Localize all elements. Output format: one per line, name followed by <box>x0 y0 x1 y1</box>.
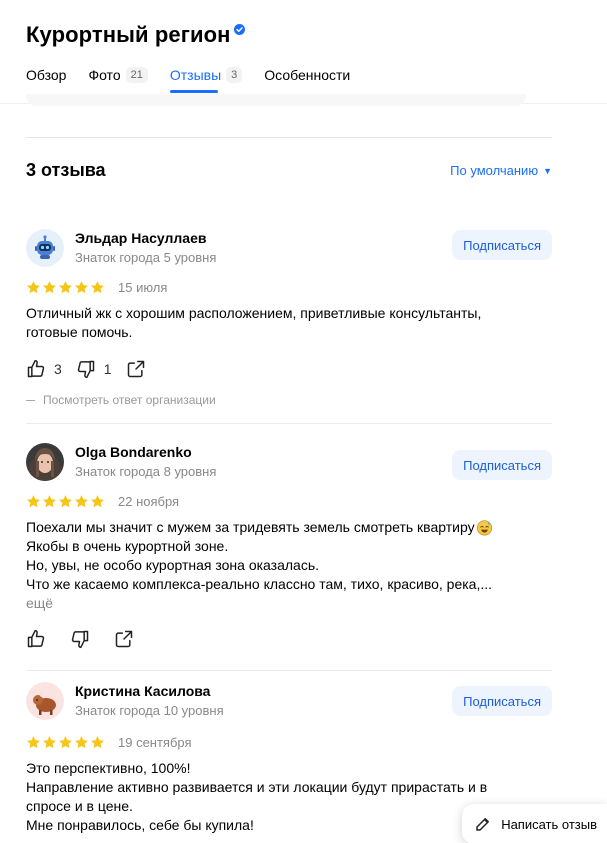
star-icon <box>59 494 72 507</box>
review-text-line: Поехали мы значит с мужем за тридевять з… <box>26 518 552 537</box>
author-level: Знаток города 5 уровня <box>75 250 217 265</box>
like-button[interactable]: 3 <box>26 359 62 379</box>
share-icon <box>115 630 133 648</box>
review-text-line: Отличный жк с хорошим расположением, при… <box>26 305 482 321</box>
thumbs-up-icon <box>27 629 45 648</box>
review-text-line: готовые помочь. <box>26 324 133 340</box>
org-answer-label: Посмотреть ответ организации <box>43 393 216 407</box>
rating-card-edge <box>26 94 526 106</box>
thumbs-down-icon <box>77 360 95 379</box>
verified-icon <box>233 23 245 35</box>
review-text-line: Но, увы, не особо курортная зона оказала… <box>26 557 320 573</box>
tab-features[interactable]: Особенности <box>264 64 350 86</box>
write-review-button[interactable]: Написать отзыв <box>462 804 607 843</box>
smiling-sweat-emoji-icon <box>476 520 492 536</box>
sort-label: По умолчанию <box>450 163 539 178</box>
pencil-icon <box>476 818 490 831</box>
tab-label: Отзывы <box>169 67 222 83</box>
review-text-line-content: Поехали мы значит с мужем за тридевять з… <box>26 519 475 535</box>
star-icon <box>27 494 40 507</box>
author-name[interactable]: Кристина Касилова <box>75 683 210 699</box>
tab-label: Особенности <box>264 67 351 83</box>
user-photo-avatar <box>26 443 64 481</box>
star-icon <box>91 494 104 507</box>
share-icon <box>127 360 144 378</box>
tab-photos[interactable]: Фото 21 <box>88 64 148 86</box>
robot-avatar-icon <box>26 229 64 267</box>
dislike-button[interactable]: 1 <box>76 359 112 379</box>
review-date: 15 июля <box>118 279 168 295</box>
dash-icon <box>26 399 35 401</box>
author-level: Знаток города 10 уровня <box>75 703 224 718</box>
tab-count-badge: 21 <box>125 67 148 83</box>
author-level: Знаток города 8 уровня <box>75 464 217 479</box>
review-text-line: Что же касаемо комплекса-реально классно… <box>26 576 493 592</box>
review-actions <box>26 628 552 650</box>
sort-dropdown[interactable]: По умолчанию ▼ <box>450 163 552 178</box>
review-text-line: Направление активно развивается и эти ло… <box>26 779 488 795</box>
dislike-button[interactable] <box>70 629 90 649</box>
subscribe-button[interactable]: Подписаться <box>452 450 552 480</box>
tab-reviews[interactable]: Отзывы 3 <box>169 64 243 93</box>
tab-label: Обзор <box>26 67 67 83</box>
tab-label: Фото <box>88 67 121 83</box>
tab-count-badge: 3 <box>226 67 243 83</box>
star-icon <box>91 280 104 293</box>
like-button[interactable] <box>26 629 46 649</box>
rating-stars <box>26 494 105 509</box>
subscribe-button[interactable]: Подписаться <box>452 230 552 260</box>
tabs: Обзор Фото 21 Отзывы 3 Особенности <box>26 64 372 93</box>
like-count: 3 <box>54 361 62 377</box>
review-text-line: Якобы в очень курортной зоне. <box>26 538 229 554</box>
star-icon <box>91 735 104 748</box>
star-icon <box>27 735 40 748</box>
review-text: Отличный жк с хорошим расположением, при… <box>26 304 552 342</box>
rating-stars <box>26 735 105 750</box>
rating-stars <box>26 280 105 295</box>
review-actions: 3 1 <box>26 358 552 380</box>
divider <box>26 137 552 138</box>
star-icon <box>59 280 72 293</box>
star-icon <box>75 494 88 507</box>
page-title: Курортный регион <box>26 22 231 47</box>
subscribe-button[interactable]: Подписаться <box>452 686 552 716</box>
avatar[interactable] <box>26 682 64 720</box>
review-separator <box>26 670 552 671</box>
share-button[interactable] <box>126 359 146 379</box>
dislike-count: 1 <box>103 361 112 377</box>
star-icon <box>59 735 72 748</box>
write-review-label: Написать отзыв <box>501 816 597 832</box>
author-name[interactable]: Olga Bondarenko <box>75 444 192 460</box>
more-link[interactable]: ещё <box>26 594 552 613</box>
star-icon <box>27 280 40 293</box>
review-date: 19 сентября <box>118 734 192 750</box>
org-answer-link[interactable]: Посмотреть ответ организации <box>26 393 552 407</box>
avatar[interactable] <box>26 443 64 481</box>
star-icon <box>43 494 56 507</box>
thumbs-up-icon <box>27 359 45 378</box>
title-row: Курортный регион <box>26 22 245 48</box>
tab-overview[interactable]: Обзор <box>26 64 66 86</box>
star-icon <box>43 280 56 293</box>
review-text-line: Это перспективно, 100%! <box>26 760 191 776</box>
reviews-heading: 3 отзыва <box>26 160 106 180</box>
avatar[interactable] <box>26 229 64 267</box>
reviews-header: 3 отзыва По умолчанию ▼ <box>26 160 552 181</box>
star-icon <box>75 280 88 293</box>
review-date: 22 ноября <box>118 493 180 509</box>
review-item: Olga Bondarenko Знаток города 8 уровня П… <box>26 443 552 650</box>
caret-down-icon: ▼ <box>543 165 552 176</box>
yak-avatar-icon <box>26 682 64 720</box>
star-icon <box>75 735 88 748</box>
thumbs-down-icon <box>71 630 89 649</box>
review-separator <box>26 423 552 424</box>
share-button[interactable] <box>114 629 134 649</box>
star-icon <box>43 735 56 748</box>
review-item: Эльдар Насуллаев Знаток города 5 уровня … <box>26 229 552 407</box>
review-text: Поехали мы значит с мужем за тридевять з… <box>26 518 552 613</box>
header: Курортный регион Обзор Фото 21 Отзывы 3 … <box>0 0 607 104</box>
author-name[interactable]: Эльдар Насуллаев <box>75 230 206 246</box>
